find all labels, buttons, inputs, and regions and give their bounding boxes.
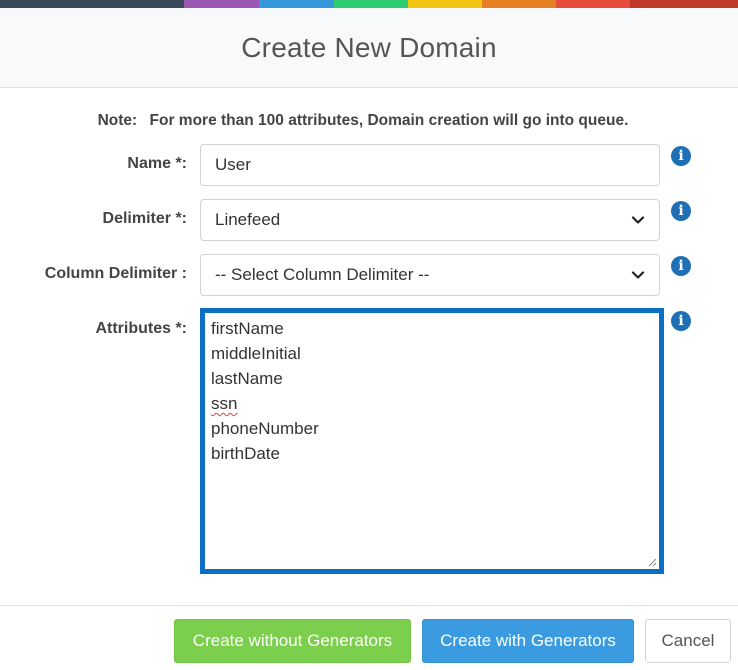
dialog-footer: Create without Generators Create with Ge… [0,605,738,670]
dialog-header: Create New Domain [0,8,738,88]
create-with-generators-button[interactable]: Create with Generators [422,619,634,663]
column-delimiter-label: Column Delimiter : [44,265,187,282]
color-strip-segment [184,0,259,8]
attribute-line: firstName [211,319,284,338]
color-strip-segment [556,0,630,8]
column-delimiter-selected-value: -- Select Column Delimiter -- [215,265,430,284]
top-color-strip [0,0,738,8]
name-input[interactable]: User [200,144,660,186]
attribute-line: phoneNumber [211,419,319,438]
attribute-line: birthDate [211,444,280,463]
color-strip-segment [630,0,738,8]
color-strip-segment [334,0,408,8]
color-strip-segment [0,0,184,8]
note-label: Note: [97,112,138,129]
delimiter-select[interactable]: Linefeed [200,199,660,241]
attributes-textarea[interactable]: firstName middleInitial lastName ssn pho… [200,308,664,574]
name-input-value: User [215,155,251,174]
misspelled-word: ssn [211,394,238,413]
note-text: For more than 100 attributes, Domain cre… [149,112,629,129]
color-strip-segment [408,0,482,8]
chevron-down-icon [631,216,645,224]
dialog-title: Create New Domain [241,31,497,63]
create-without-generators-button[interactable]: Create without Generators [174,619,411,663]
attribute-line: ssn [211,391,653,416]
attributes-label: Attributes *: [95,320,187,337]
cancel-button[interactable]: Cancel [645,619,731,663]
delimiter-label: Delimiter *: [102,210,187,227]
info-icon[interactable]: i [671,201,691,221]
queue-note: Note: For more than 100 attributes, Doma… [0,112,726,130]
attribute-line: middleInitial [211,344,301,363]
color-strip-segment [259,0,334,8]
color-strip-segment [482,0,556,8]
info-icon[interactable]: i [671,311,691,331]
resize-grip-icon[interactable] [647,557,657,567]
delimiter-selected-value: Linefeed [215,210,281,229]
attribute-line: lastName [211,369,283,388]
column-delimiter-select[interactable]: -- Select Column Delimiter -- [200,254,660,296]
chevron-down-icon [631,271,645,279]
info-icon[interactable]: i [671,146,691,166]
info-icon[interactable]: i [671,256,691,276]
name-label: Name *: [127,155,187,172]
